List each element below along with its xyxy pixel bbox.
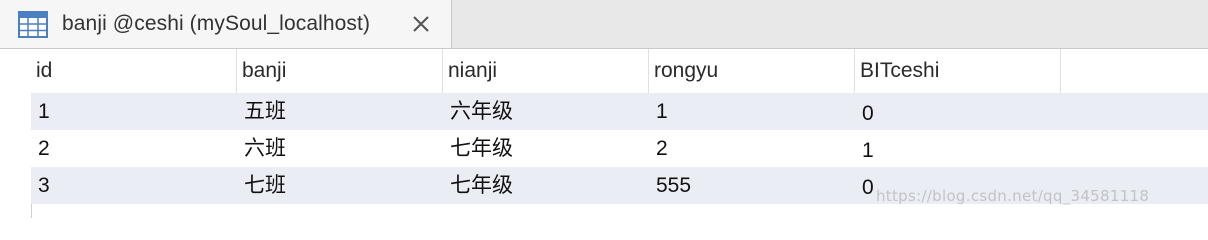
cell-rongyu[interactable]: 2 — [649, 130, 668, 167]
cell-id[interactable]: 2 — [31, 130, 50, 167]
table-icon — [18, 11, 48, 38]
cell-rongyu[interactable]: 555 — [649, 167, 691, 204]
header-row: id banji nianji rongyu BITceshi — [31, 49, 1208, 94]
cell-nianji[interactable]: 七年级 — [443, 167, 513, 204]
cell-banji[interactable]: 五班 — [237, 93, 286, 130]
column-header-rongyu[interactable]: rongyu — [649, 49, 855, 93]
cell-nianji[interactable]: 七年级 — [443, 130, 513, 167]
watermark: https://blog.csdn.net/qq_34581118 — [876, 187, 1150, 205]
column-header-bitceshi[interactable]: BITceshi — [855, 49, 1061, 93]
cell-banji[interactable]: 七班 — [237, 167, 286, 204]
cell-id[interactable]: 3 — [31, 167, 50, 204]
column-header-nianji[interactable]: nianji — [443, 49, 649, 93]
column-header-banji[interactable]: banji — [237, 49, 443, 93]
close-icon[interactable] — [410, 13, 432, 35]
column-header-id[interactable]: id — [31, 49, 237, 93]
cell-id[interactable]: 1 — [31, 93, 50, 130]
table-row[interactable]: 2 六班 七年级 2 1 — [31, 130, 1208, 167]
tab-banji[interactable]: banji @ceshi (mySoul_localhost) — [0, 0, 452, 48]
cell-bitceshi[interactable]: 0 — [855, 169, 874, 206]
cell-bitceshi[interactable]: 1 — [855, 132, 874, 169]
tab-title: banji @ceshi (mySoul_localhost) — [62, 12, 371, 35]
cell-rongyu[interactable]: 1 — [649, 93, 668, 130]
cell-nianji[interactable]: 六年级 — [443, 93, 513, 130]
cell-bitceshi[interactable]: 0 — [855, 95, 874, 132]
cell-banji[interactable]: 六班 — [237, 130, 286, 167]
tab-bar: banji @ceshi (mySoul_localhost) — [0, 0, 1208, 49]
row-gutter — [0, 49, 32, 218]
table-row[interactable]: 1 五班 六年级 1 0 — [31, 93, 1208, 130]
